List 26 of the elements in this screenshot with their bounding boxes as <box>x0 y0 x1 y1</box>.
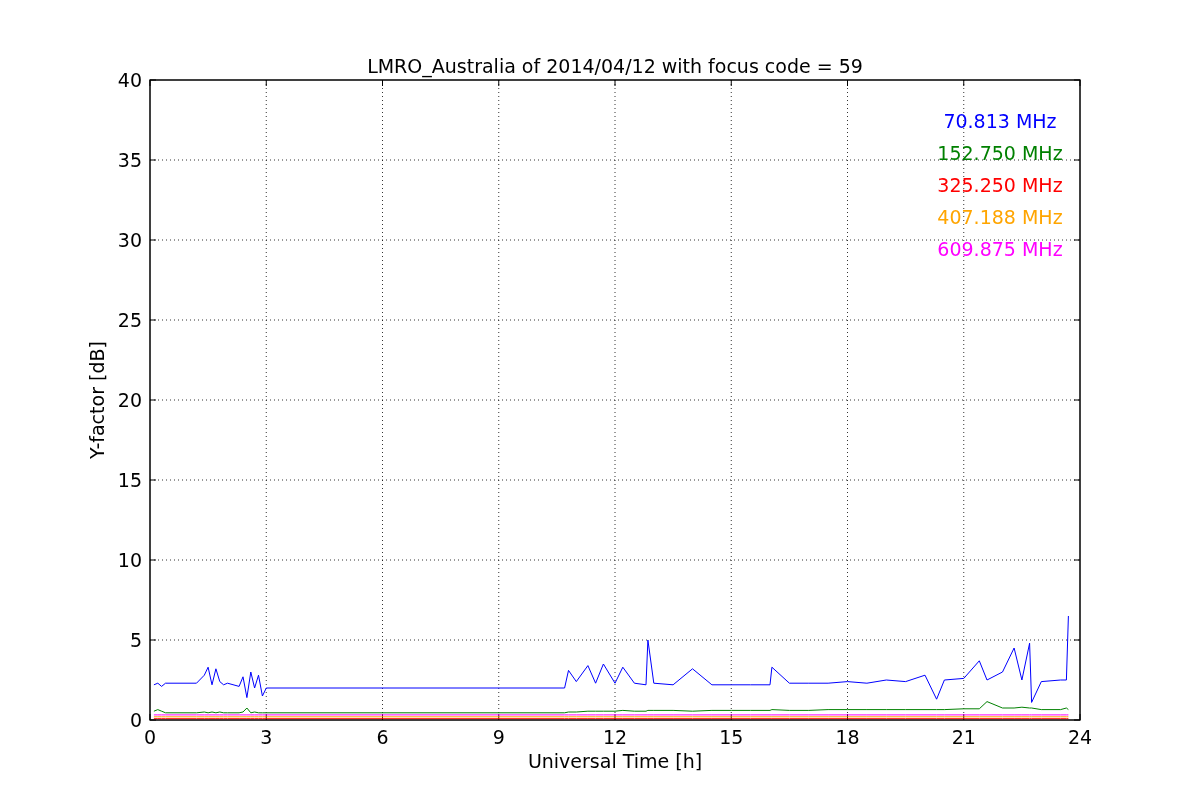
tick-label: 24 <box>1067 726 1093 748</box>
tick-label: 25 <box>117 309 142 331</box>
tick-label: 6 <box>376 726 389 748</box>
legend-label: 152.750 MHz <box>937 142 1063 164</box>
tick-label: 20 <box>117 389 142 411</box>
chart-title: LMRO_Australia of 2014/04/12 with focus code = 59 <box>367 55 863 77</box>
tick-label: 9 <box>492 726 505 748</box>
tick-label: 0 <box>129 709 142 731</box>
tick-label: 40 <box>117 69 142 91</box>
tick-label: 10 <box>117 549 142 571</box>
tick-label: 12 <box>602 726 628 748</box>
tick-label: 3 <box>260 726 273 748</box>
tick-label: 15 <box>117 469 142 491</box>
legend-label: 407.188 MHz <box>937 206 1063 228</box>
y-axis-label: Y-factor [dB] <box>86 341 108 459</box>
legend-label: 70.813 MHz <box>943 110 1057 132</box>
tick-label: 5 <box>129 629 142 651</box>
x-axis-label: Universal Time [h] <box>527 750 703 772</box>
tick-label: 15 <box>719 726 744 748</box>
tick-label: 30 <box>117 229 142 251</box>
legend-label: 609.875 MHz <box>937 238 1063 260</box>
tick-label: 18 <box>835 726 860 748</box>
tick-label: 35 <box>117 149 142 171</box>
tick-label: 21 <box>951 726 976 748</box>
tick-label: 0 <box>143 726 157 748</box>
legend-label: 325.250 MHz <box>937 174 1063 196</box>
